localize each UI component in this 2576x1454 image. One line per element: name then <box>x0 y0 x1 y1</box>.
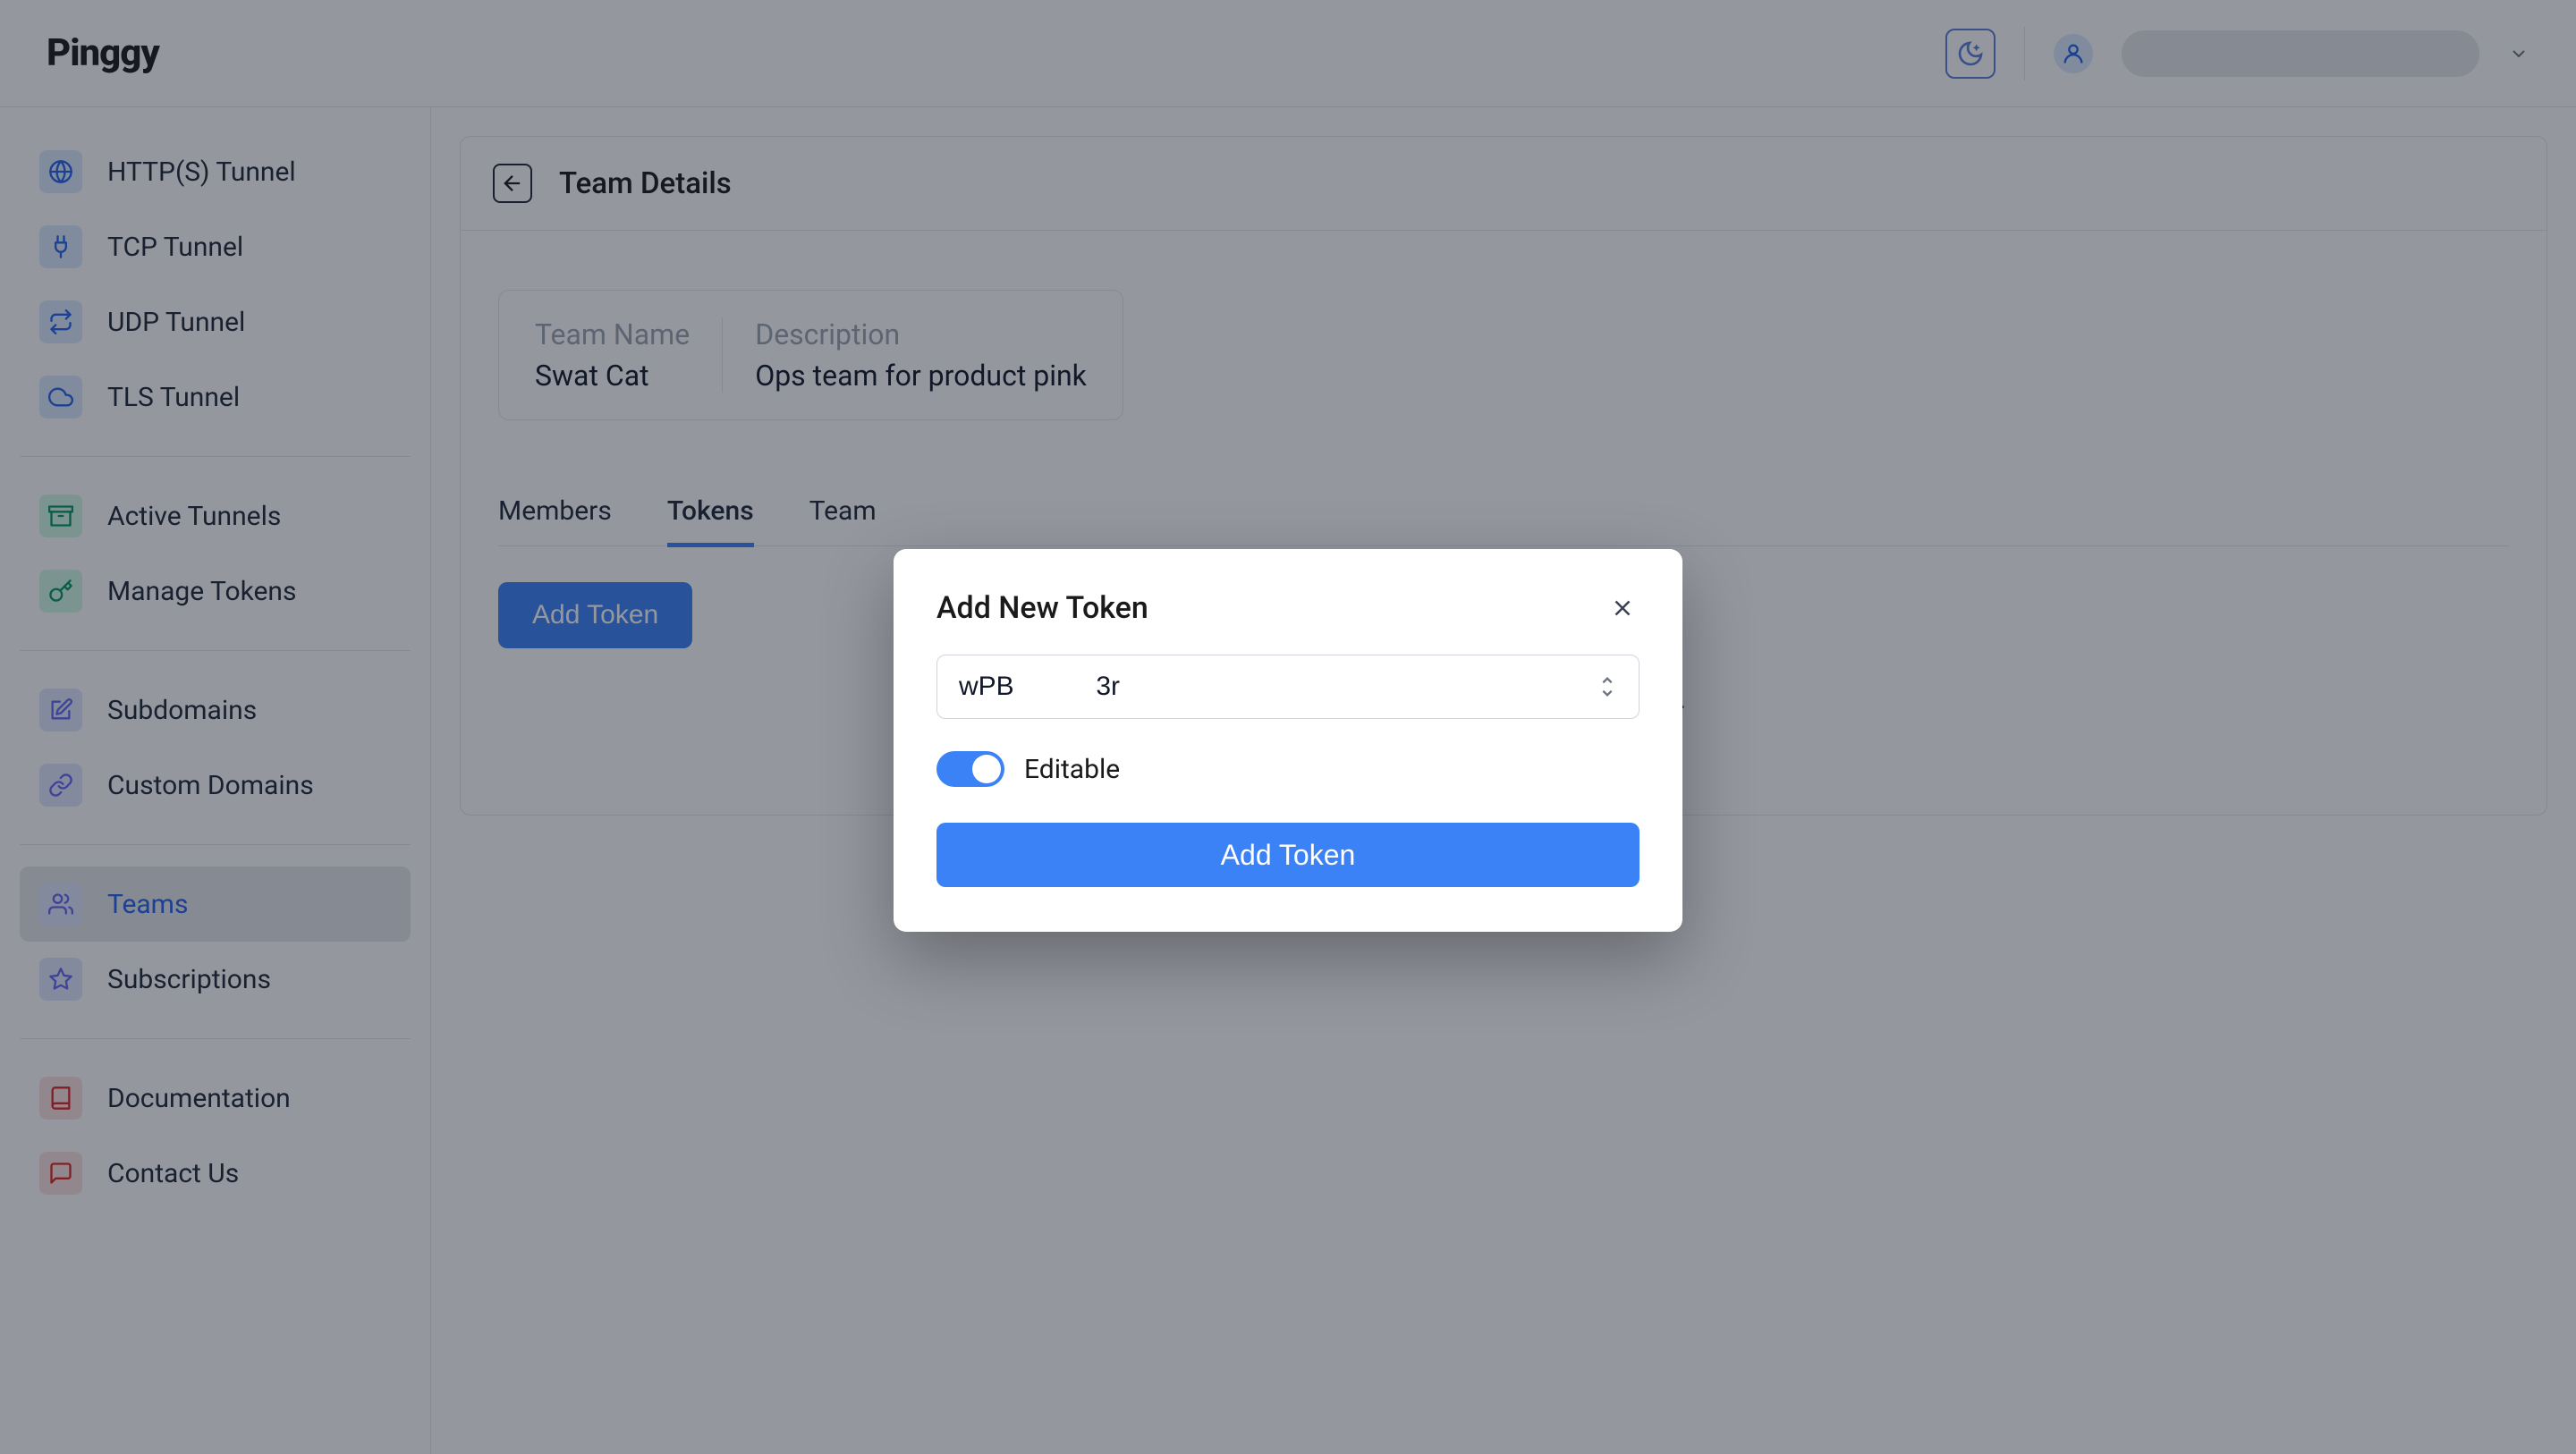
chevron-up-down-icon <box>1598 674 1616 699</box>
editable-toggle-label: Editable <box>1024 754 1120 785</box>
add-token-modal: Add New Token Editable Add Token <box>894 549 1682 932</box>
editable-toggle[interactable] <box>936 751 1004 787</box>
close-icon <box>1609 595 1636 621</box>
select-sort-icon[interactable] <box>1598 674 1616 699</box>
modal-overlay[interactable]: Add New Token Editable Add Token <box>0 0 2576 1454</box>
close-button[interactable] <box>1606 591 1640 625</box>
toggle-knob <box>972 755 1001 783</box>
modal-title: Add New Token <box>936 590 1148 626</box>
modal-add-token-button[interactable]: Add Token <box>936 823 1640 887</box>
token-select-input[interactable] <box>936 655 1640 719</box>
